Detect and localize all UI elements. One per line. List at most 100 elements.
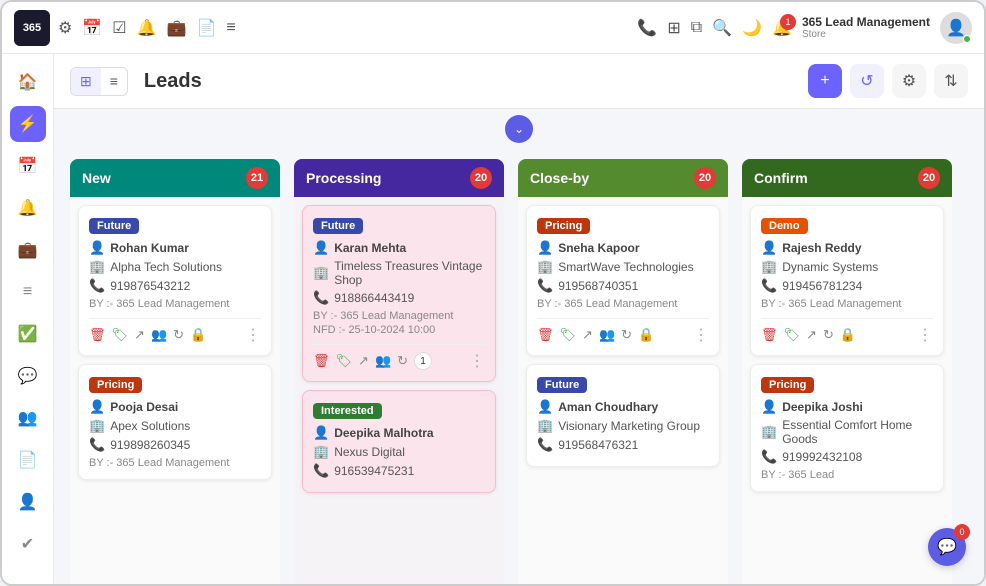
briefcase-icon[interactable]: 💼 — [167, 18, 187, 38]
col-body-processing: Future 👤 Karan Mehta 🏢 Timeless Treasure… — [294, 197, 504, 584]
sidebar-item-notifications[interactable]: 🔔 — [10, 190, 46, 226]
col-title-closeby: Close-by — [530, 170, 589, 186]
search-icon[interactable]: 🔍 — [712, 18, 732, 38]
add-button[interactable]: + — [808, 64, 842, 98]
col-badge-closeby: 20 — [694, 167, 716, 189]
lead-by: BY :- 365 Lead Management — [761, 298, 933, 310]
sidebar-item-contacts[interactable]: 👥 — [10, 400, 46, 436]
col-header-confirm: Confirm 20 — [742, 159, 952, 197]
column-confirm: Confirm 20 Demo 👤 Rajesh Reddy � — [742, 159, 952, 584]
phone-icon: 📞 — [761, 449, 777, 465]
tag-icon[interactable]: 🏷 — [784, 327, 801, 343]
more-button[interactable]: ⋮ — [245, 325, 261, 345]
card-phone-row: 📞 919898260345 — [89, 437, 261, 453]
copy-icon[interactable]: ⧉ — [691, 19, 702, 37]
trend-icon[interactable]: ↗ — [806, 327, 817, 343]
refresh-button[interactable]: ↺ — [850, 64, 884, 98]
lock-icon[interactable]: 🔒 — [190, 327, 206, 343]
tag-icon[interactable]: 🏷 — [560, 327, 577, 343]
toolbar-actions: + ↺ ⚙ ⇅ — [808, 64, 968, 98]
lead-phone: 919456781234 — [782, 279, 862, 293]
tag-icon[interactable]: 🏷 — [336, 353, 353, 369]
checkbox-icon[interactable]: ☑ — [112, 18, 126, 38]
sidebar-item-filter[interactable]: ⚡ — [10, 106, 46, 142]
tag-icon[interactable]: 🏷 — [112, 327, 129, 343]
phone-icon: 📞 — [89, 278, 105, 294]
grid-icon[interactable]: ⊞ — [667, 18, 680, 38]
calendar-icon[interactable]: 📅 — [82, 18, 102, 38]
delete-icon[interactable]: 🗑 — [761, 327, 778, 343]
brand-info: 365 Lead Management Store — [802, 15, 930, 40]
sidebar-item-verify[interactable]: ✔ — [10, 526, 46, 562]
filter-icon[interactable]: ⚙ — [58, 18, 72, 38]
lead-card: Interested 👤 Deepika Malhotra 🏢 Nexus Di… — [302, 390, 496, 493]
trend-icon[interactable]: ↗ — [358, 353, 369, 369]
card-name-row: 👤 Karan Mehta — [313, 240, 485, 256]
user-add-icon[interactable]: 👥 — [375, 353, 391, 369]
card-phone-row: 📞 916539475231 — [313, 463, 485, 479]
sidebar-item-list[interactable]: ≡ — [10, 274, 46, 310]
lead-phone: 919992432108 — [782, 450, 862, 464]
more-button[interactable]: ⋮ — [469, 351, 485, 371]
trend-icon[interactable]: ↗ — [582, 327, 593, 343]
more-button[interactable]: ⋮ — [693, 325, 709, 345]
document-icon[interactable]: 📄 — [196, 18, 216, 38]
moon-icon[interactable]: 🌙 — [742, 18, 762, 38]
trend-icon[interactable]: ↗ — [134, 327, 145, 343]
card-footer: 🗑 🏷 ↗ 👥 ↻ 🔒 ⋮ — [537, 318, 709, 345]
delete-icon[interactable]: 🗑 — [89, 327, 106, 343]
lead-phone: 919568740351 — [558, 279, 638, 293]
refresh-icon[interactable]: ↻ — [397, 353, 408, 369]
sidebar-item-profile[interactable]: 👤 — [10, 484, 46, 520]
settings-button[interactable]: ⚙ — [892, 64, 926, 98]
lock-icon[interactable]: 🔒 — [638, 327, 654, 343]
delete-icon[interactable]: 🗑 — [537, 327, 554, 343]
refresh-icon[interactable]: ↻ — [621, 327, 632, 343]
person-icon: 👤 — [89, 240, 105, 256]
sidebar-item-documents[interactable]: 📄 — [10, 442, 46, 478]
sidebar-item-briefcase[interactable]: 💼 — [10, 232, 46, 268]
tag-future: Future — [313, 218, 363, 234]
toolbar: ⊞ ≡ Leads + ↺ ⚙ ⇅ — [54, 54, 984, 109]
user-add-icon[interactable]: 👥 — [151, 327, 167, 343]
more-button[interactable]: ⋮ — [917, 325, 933, 345]
building-icon: 🏢 — [313, 265, 329, 281]
lock-icon[interactable]: 🔒 — [840, 327, 856, 343]
bell-icon[interactable]: 🔔 — [137, 18, 157, 38]
building-icon: 🏢 — [89, 259, 105, 275]
avatar[interactable]: 👤 — [940, 12, 972, 44]
tag-demo: Demo — [761, 218, 808, 234]
refresh-icon[interactable]: ↻ — [173, 327, 184, 343]
lead-card: Future 👤 Karan Mehta 🏢 Timeless Treasure… — [302, 205, 496, 382]
user-add-icon[interactable]: 👥 — [599, 327, 615, 343]
sidebar-item-messages[interactable]: 💬 — [10, 358, 46, 394]
scroll-down-button[interactable]: ⌄ — [505, 115, 533, 143]
list-view-button[interactable]: ≡ — [101, 68, 127, 95]
delete-icon[interactable]: 🗑 — [313, 353, 330, 369]
sidebar-item-home[interactable]: 🏠 — [10, 64, 46, 100]
card-company-row: 🏢 Timeless Treasures Vintage Shop — [313, 259, 485, 287]
sidebar: 🏠 ⚡ 📅 🔔 💼 ≡ ✅ 💬 👥 📄 👤 ✔ — [2, 54, 54, 584]
column-closeby: Close-by 20 Pricing 👤 Sneha Kapoor — [518, 159, 728, 584]
chat-fab[interactable]: 💬 0 — [928, 528, 966, 566]
col-title-new: New — [82, 170, 111, 186]
card-footer: 🗑 🏷 ↗ 👥 ↻ 🔒 ⋮ — [89, 318, 261, 345]
sort-button[interactable]: ⇅ — [934, 64, 968, 98]
sidebar-item-calendar[interactable]: 📅 — [10, 148, 46, 184]
lead-company: SmartWave Technologies — [558, 260, 693, 274]
page-title: Leads — [144, 70, 202, 93]
lead-card: Future 👤 Rohan Kumar 🏢 Alpha Tech Soluti… — [78, 205, 272, 356]
lead-name: Aman Choudhary — [558, 400, 658, 414]
list-icon[interactable]: ≡ — [226, 19, 235, 37]
notif-icon-wrap: 🔔 1 — [772, 18, 792, 38]
refresh-icon[interactable]: ↻ — [823, 327, 834, 343]
sidebar-item-tasks[interactable]: ✅ — [10, 316, 46, 352]
phone-icon[interactable]: 📞 — [637, 18, 657, 38]
grid-view-button[interactable]: ⊞ — [71, 68, 101, 95]
lead-card: Pricing 👤 Deepika Joshi 🏢 Essential Comf… — [750, 364, 944, 492]
lead-by: BY :- 365 Lead Management — [89, 298, 261, 310]
lead-phone: 918866443419 — [334, 291, 414, 305]
phone-icon: 📞 — [537, 437, 553, 453]
col-title-confirm: Confirm — [754, 170, 808, 186]
card-company-row: 🏢 Visionary Marketing Group — [537, 418, 709, 434]
